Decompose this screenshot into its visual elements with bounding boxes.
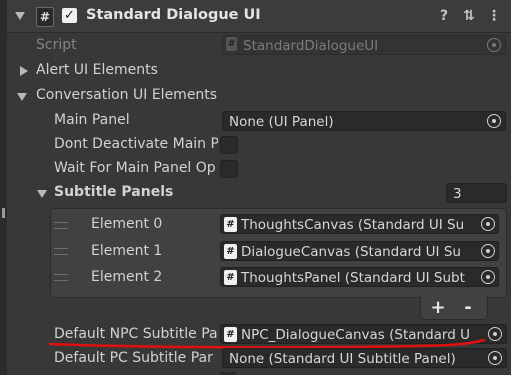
object-picker-icon: [487, 38, 501, 52]
dont-deactivate-checkbox[interactable]: [220, 136, 238, 154]
element-2-object-picker-icon[interactable]: [481, 270, 495, 284]
dock-tick: [2, 208, 5, 218]
component-foldout-arrow-icon[interactable]: [15, 12, 25, 20]
default-pc-subtitle-panel-field[interactable]: None (Standard UI Subtitle Panel): [222, 348, 507, 368]
element-1-label: Element 1: [91, 243, 163, 259]
main-panel-field[interactable]: None (UI Panel): [222, 111, 506, 131]
element-0-field[interactable]: ThoughtsCanvas (Standard UI Su: [220, 214, 499, 234]
default-pc-object-picker-icon[interactable]: [488, 351, 502, 365]
drag-handle-icon[interactable]: [54, 274, 68, 281]
element-2-field[interactable]: ThoughtsPanel (Standard UI Subt: [220, 267, 499, 287]
default-pc-subtitle-panel-label: Default PC Subtitle Par: [54, 350, 213, 366]
component-title: Standard Dialogue UI: [86, 7, 261, 23]
left-dock-strip: [0, 0, 7, 375]
default-npc-object-picker-icon[interactable]: [488, 327, 502, 341]
element-1-field[interactable]: DialogueCanvas (Standard UI Su: [220, 241, 499, 261]
main-panel-object-picker-icon[interactable]: [487, 114, 501, 128]
remove-element-button[interactable]: -: [453, 297, 483, 319]
subtitle-panels-size-field[interactable]: 3: [446, 183, 507, 203]
wait-for-main-panel-checkbox[interactable]: [220, 160, 238, 178]
element-0-script-icon: #: [224, 217, 237, 232]
element-1-script-icon: #: [224, 244, 237, 259]
script-file-icon: #: [226, 37, 237, 51]
drag-handle-icon[interactable]: [54, 248, 68, 255]
conversation-foldout-arrow-icon[interactable]: [17, 93, 27, 101]
drag-handle-icon[interactable]: [54, 222, 68, 229]
add-element-button[interactable]: +: [423, 297, 453, 319]
alert-foldout-arrow-icon[interactable]: [20, 66, 28, 76]
subtitle-panels-foldout-arrow-icon[interactable]: [37, 190, 47, 198]
component-enabled-checkbox[interactable]: ✓: [62, 8, 77, 23]
help-icon[interactable]: ?: [436, 8, 452, 24]
dont-deactivate-label: Dont Deactivate Main P: [54, 136, 218, 152]
wait-for-main-panel-label: Wait For Main Panel Op: [54, 160, 216, 176]
script-icon: #: [36, 7, 54, 27]
element-0-object-picker-icon[interactable]: [481, 217, 495, 231]
element-0-label: Element 0: [91, 216, 163, 232]
script-field: StandardDialogueUI: [222, 35, 506, 55]
more-icon[interactable]: ⋮: [486, 8, 502, 24]
conversation-ui-elements-foldout[interactable]: Conversation UI Elements: [36, 87, 217, 103]
element-2-label: Element 2: [91, 269, 163, 285]
presets-icon[interactable]: ⇅: [461, 8, 477, 24]
element-1-object-picker-icon[interactable]: [481, 244, 495, 258]
main-panel-label: Main Panel: [54, 112, 130, 128]
subtitle-panels-foldout[interactable]: Subtitle Panels: [54, 184, 173, 200]
element-2-script-icon: #: [224, 270, 237, 285]
alert-ui-elements-foldout[interactable]: Alert UI Elements: [36, 62, 158, 78]
script-label: Script: [36, 37, 77, 53]
